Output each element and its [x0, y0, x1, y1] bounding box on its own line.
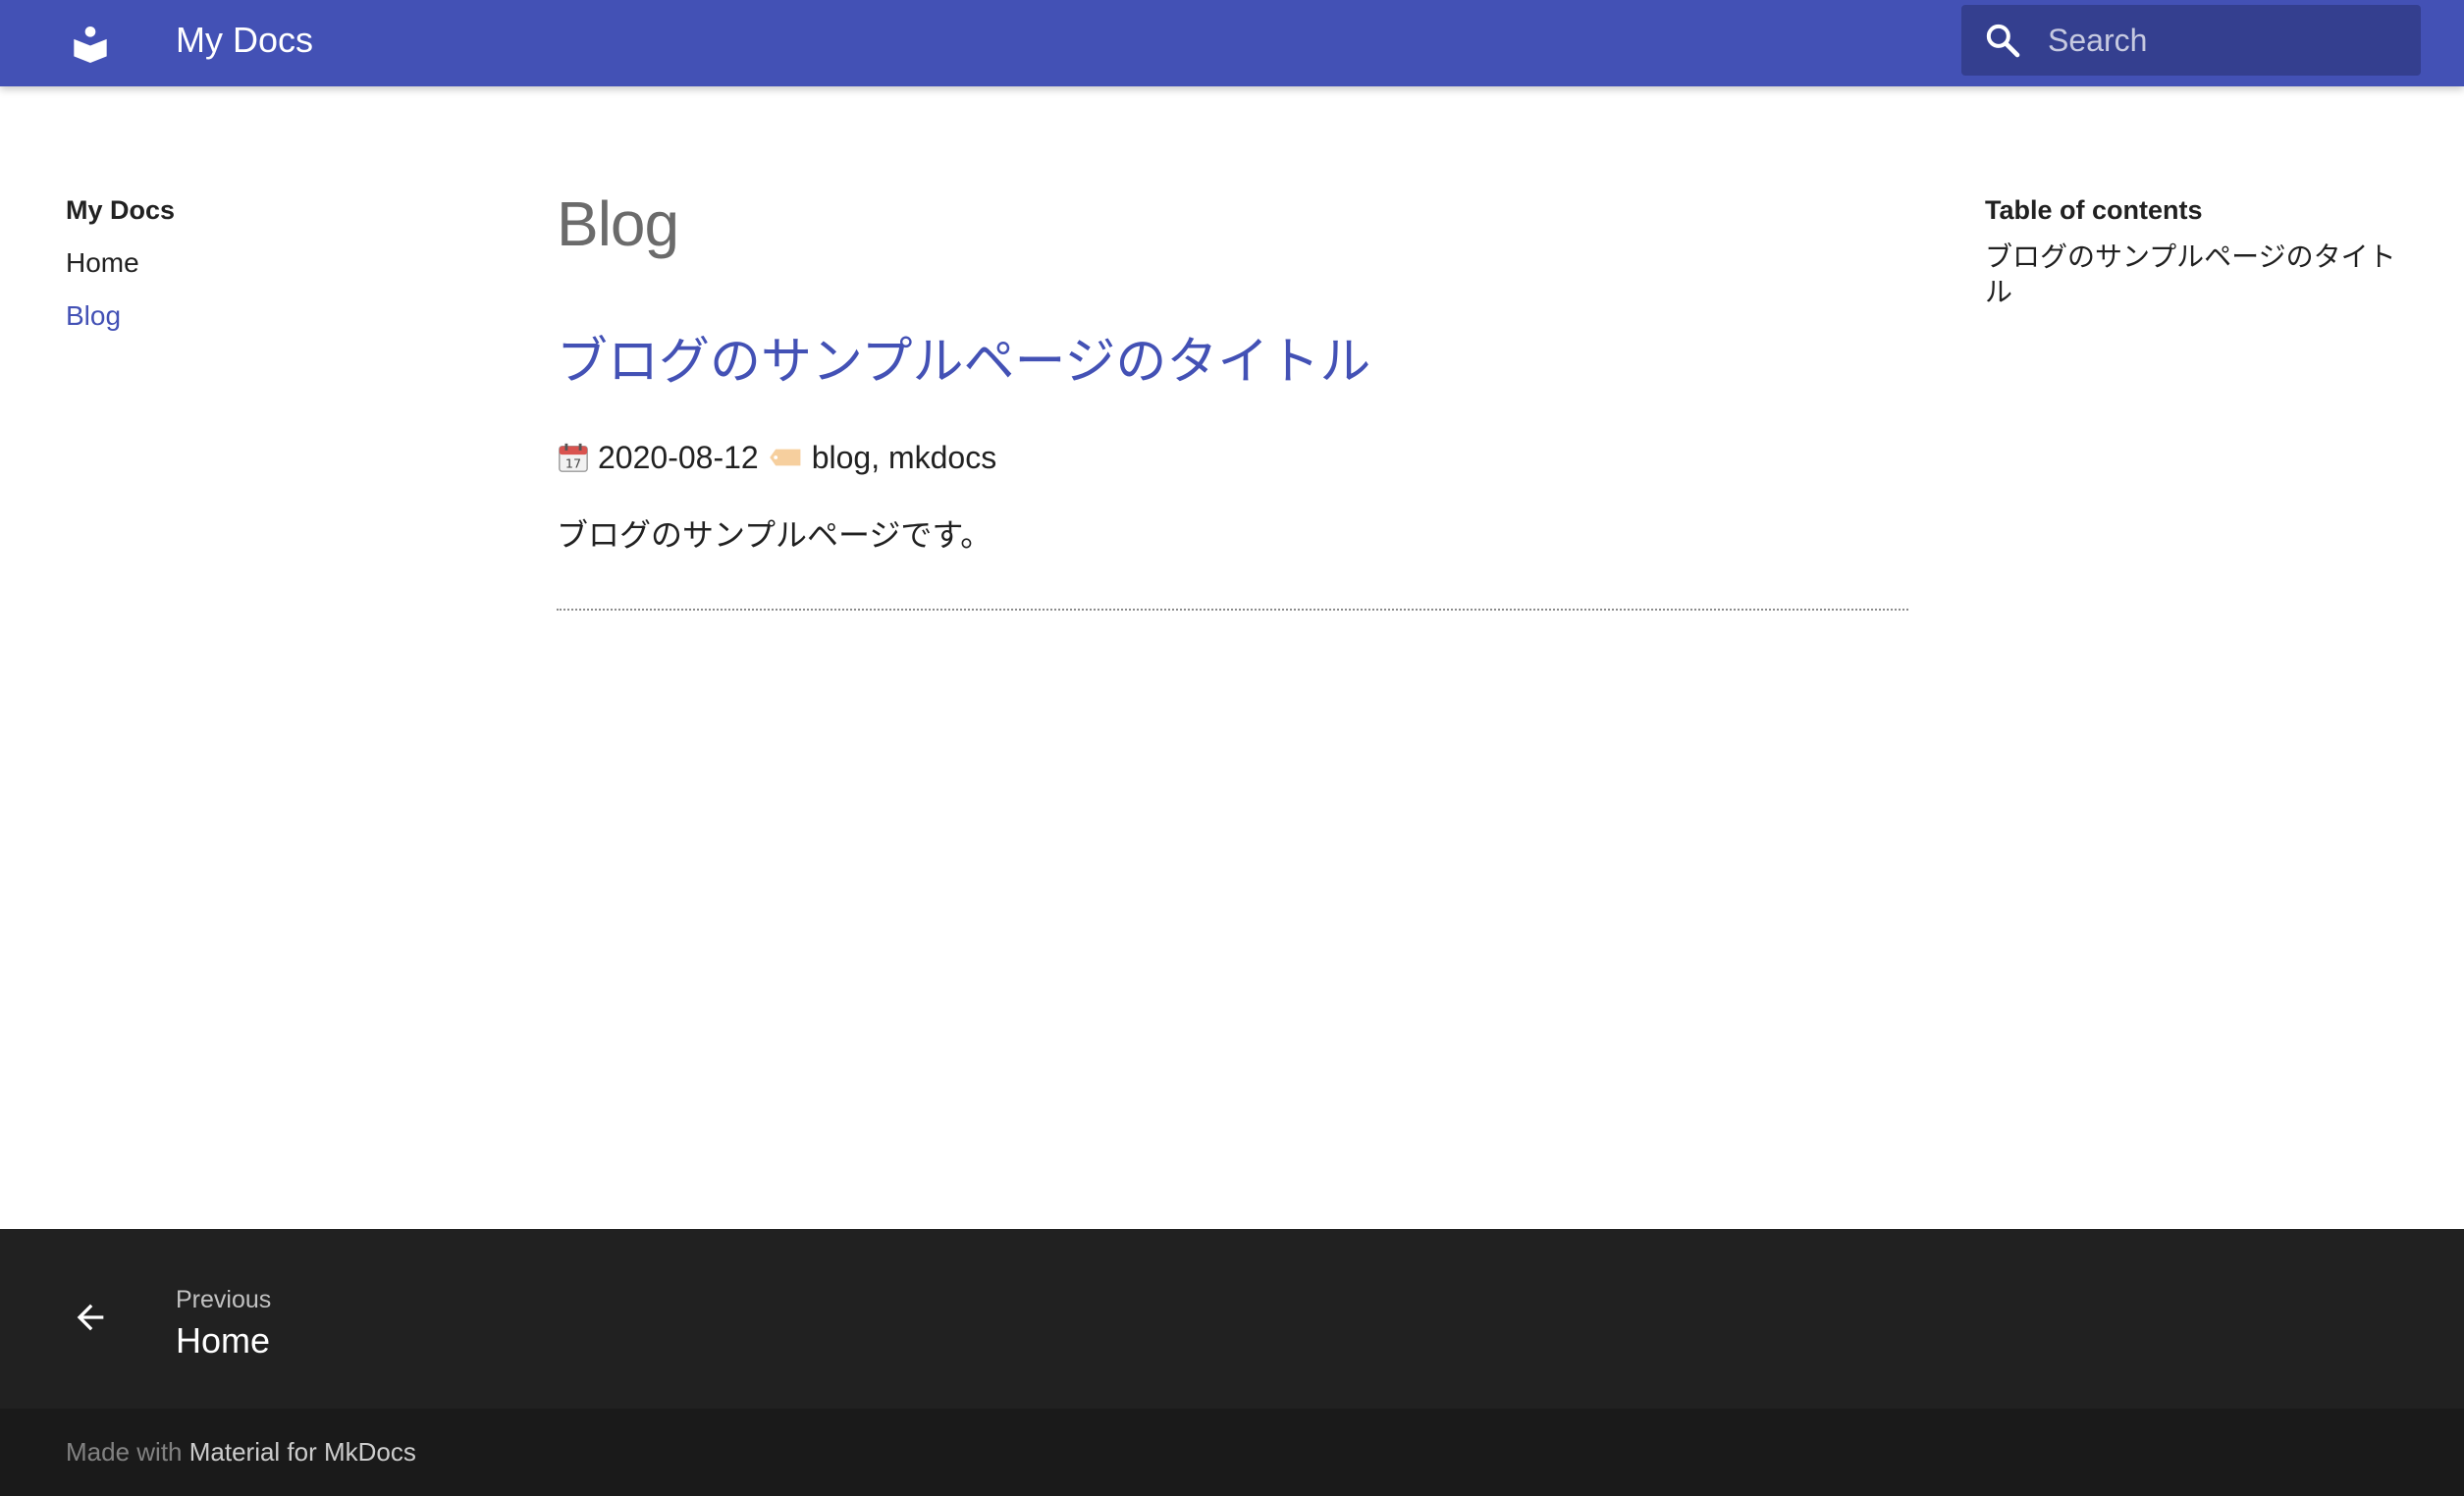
footer-nav: Previous Home	[0, 1229, 2464, 1409]
search-icon[interactable]	[1981, 19, 2024, 62]
svg-text:17: 17	[565, 457, 581, 472]
post-tags[interactable]: blog, mkdocs	[812, 438, 997, 477]
prev-page-title[interactable]: Home	[176, 1318, 270, 1363]
post-divider	[557, 609, 1908, 611]
toc-title: Table of contents	[1985, 195, 2203, 225]
logo-icon[interactable]	[65, 18, 116, 69]
calendar-icon: 17	[557, 441, 590, 474]
search-input[interactable]	[2046, 21, 2413, 60]
nav-title: My Docs	[66, 195, 176, 225]
arrow-left-icon[interactable]	[65, 1292, 116, 1343]
post-date: 2020-08-12	[598, 440, 759, 475]
primary-nav: My Docs Home Blog	[66, 192, 458, 351]
search-box[interactable]	[1961, 5, 2421, 76]
table-of-contents: Table of contents ブログのサンプルページのタイトル	[1985, 192, 2407, 310]
previous-page-link[interactable]: Previous Home	[0, 1229, 687, 1409]
post-title-link[interactable]: ブログのサンプルページのタイトル	[557, 330, 1908, 395]
tag-icon	[769, 443, 804, 472]
made-with-prefix: Made with	[66, 1437, 183, 1467]
main-content: Blog ブログのサンプルページのタイトル 17 2020-08-12 blog…	[557, 183, 1908, 611]
post-excerpt: ブログのサンプルページです。	[557, 517, 992, 553]
nav-item-blog[interactable]: Blog	[66, 298, 458, 334]
site-title[interactable]: My Docs	[176, 18, 313, 63]
material-mkdocs-link[interactable]: Material for MkDocs	[189, 1437, 416, 1467]
nav-item-home[interactable]: Home	[66, 245, 458, 281]
header-bar: My Docs	[0, 0, 2464, 86]
footer-meta: Made with Material for MkDocs	[0, 1409, 2464, 1496]
made-with-text: Made with Material for MkDocs	[66, 1434, 416, 1469]
post-meta: 17 2020-08-12 blog, mkdocs	[557, 438, 1908, 477]
page-title: Blog	[557, 188, 679, 259]
toc-item[interactable]: ブログのサンプルページのタイトル	[1985, 240, 2407, 310]
prev-direction-label: Previous	[176, 1286, 272, 1313]
